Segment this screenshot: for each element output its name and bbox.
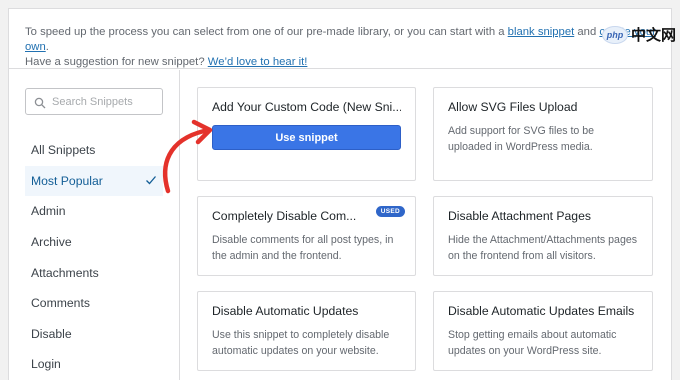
snippet-card-disable-automatic-updates[interactable]: Disable Automatic Updates Use this snipp… (197, 291, 416, 371)
snippet-card-add-custom-code[interactable]: Add Your Custom Code (New Sni... Use sni… (197, 87, 416, 181)
intro-line2: Have a suggestion for new snippet? (25, 56, 205, 68)
category-most-popular[interactable]: Most Popular (25, 165, 163, 197)
category-comments[interactable]: Comments (25, 288, 163, 319)
search-icon (34, 96, 46, 108)
category-all-snippets[interactable]: All Snippets (25, 135, 163, 166)
category-sidebar: All Snippets Most Popular Admin Archive … (9, 70, 180, 380)
snippet-library-panel: To speed up the process you can select f… (8, 8, 672, 380)
category-label: Admin (31, 204, 66, 219)
snippet-card-allow-svg[interactable]: Allow SVG Files Upload Add support for S… (433, 87, 653, 181)
used-badge: USED (375, 206, 405, 217)
snippet-description: Stop getting emails about automatic upda… (448, 329, 617, 357)
snippet-title: Disable Automatic Updates (212, 304, 359, 318)
snippet-description: Disable comments for all post types, in … (212, 234, 394, 262)
category-label: Most Popular (31, 173, 103, 188)
intro-text: To speed up the process you can select f… (9, 9, 671, 69)
category-archive[interactable]: Archive (25, 227, 163, 258)
intro-period: . (45, 41, 49, 53)
snippet-title: Disable Automatic Updates Emails (448, 304, 635, 318)
intro-line1: To speed up the process you can select f… (25, 26, 505, 38)
checkmark-icon (145, 174, 157, 186)
snippet-description: Hide the Attachment/Attachments pages on… (448, 234, 638, 262)
category-label: Archive (31, 235, 72, 250)
category-label: Comments (31, 296, 90, 311)
category-admin[interactable]: Admin (25, 196, 163, 227)
search-input[interactable] (52, 95, 152, 108)
snippet-card-disable-attachment-pages[interactable]: Disable Attachment Pages Hide the Attach… (433, 196, 653, 276)
snippet-description: Use this snippet to completely disable a… (212, 329, 390, 357)
blank-snippet-link[interactable]: blank snippet (508, 26, 575, 38)
category-label: All Snippets (31, 143, 96, 158)
snippet-description: Add support for SVG files to be uploaded… (448, 125, 595, 153)
snippet-card-disable-update-emails[interactable]: Disable Automatic Updates Emails Stop ge… (433, 291, 653, 371)
category-disable[interactable]: Disable (25, 319, 163, 350)
use-snippet-button[interactable]: Use snippet (212, 125, 401, 150)
suggestion-link[interactable]: We’d love to hear it! (208, 56, 308, 68)
category-login[interactable]: Login (25, 349, 163, 380)
category-attachments[interactable]: Attachments (25, 257, 163, 288)
snippet-title: Add Your Custom Code (New Sni... (212, 100, 401, 114)
snippet-title: Completely Disable Com... (212, 209, 357, 223)
intro-and: and (577, 26, 597, 38)
category-label: Attachments (31, 265, 99, 280)
search-box[interactable] (25, 88, 163, 115)
category-label: Disable (31, 326, 72, 341)
snippet-title: Disable Attachment Pages (448, 209, 591, 223)
snippet-title: Allow SVG Files Upload (448, 100, 578, 114)
snippet-card-disable-comments[interactable]: Completely Disable Com... USED Disable c… (197, 196, 416, 276)
category-list: All Snippets Most Popular Admin Archive … (25, 135, 163, 380)
category-label: Login (31, 357, 61, 372)
